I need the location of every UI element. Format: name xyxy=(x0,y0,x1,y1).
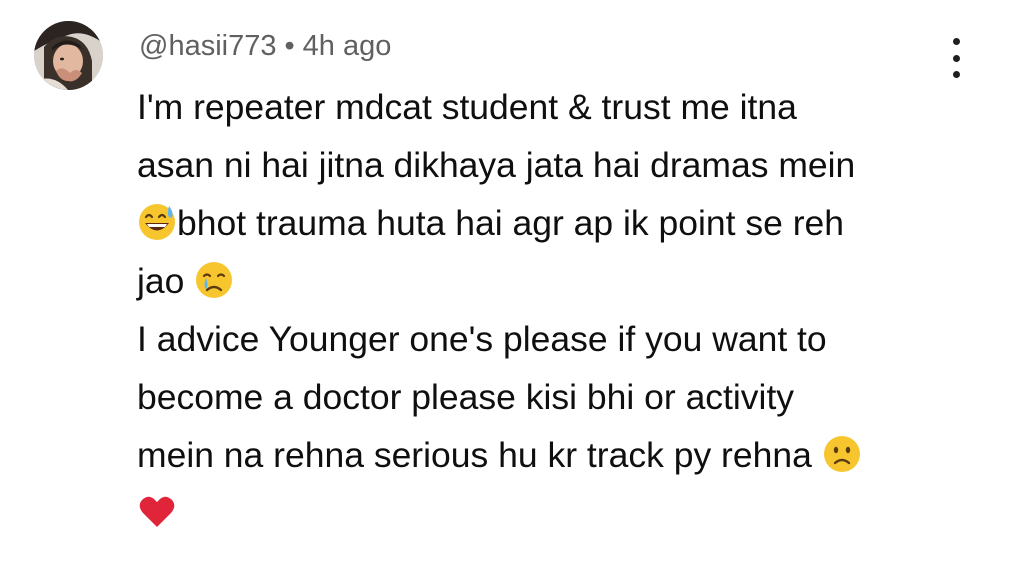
comment-line xyxy=(137,484,977,542)
more-vertical-icon[interactable] xyxy=(942,38,970,78)
menu-dot xyxy=(952,54,960,62)
comment-text: I'm repeater mdcat student & trust me it… xyxy=(137,78,977,542)
avatar[interactable] xyxy=(34,21,103,90)
comment-line: bhot trauma huta hai agr ap ik point se … xyxy=(137,194,977,252)
menu-dot xyxy=(952,38,960,45)
comment-card: @hasii773 • 4h ago I'm repeater mdcat stud… xyxy=(0,0,1024,571)
comment-header: @hasii773 • 4h ago xyxy=(139,26,391,66)
comment-line-text: mein na rehna serious hu kr track py reh… xyxy=(137,435,812,475)
comment-line: mein na rehna serious hu kr track py reh… xyxy=(137,426,977,484)
red-heart-emoji xyxy=(137,492,177,532)
comment-line: become a doctor please kisi bhi or activ… xyxy=(137,377,795,417)
author-handle[interactable]: @hasii773 xyxy=(139,30,276,62)
comment-line-text: jao xyxy=(137,261,185,301)
avatar-photo xyxy=(34,21,103,90)
comment-line: I'm repeater mdcat student & trust me it… xyxy=(137,87,797,127)
comment-line-text: bhot trauma huta hai agr ap ik point se … xyxy=(177,203,845,243)
menu-dot xyxy=(952,71,960,78)
separator-dot: • xyxy=(284,30,295,62)
comment-line: asan ni hai jitna dikhaya jata hai drama… xyxy=(137,145,856,185)
comment-line: I advice Younger one's please if you wan… xyxy=(137,319,827,359)
slightly-frowning-face-emoji xyxy=(822,434,862,474)
grinning-sweat-emoji xyxy=(137,202,177,242)
comment-line: jao xyxy=(137,252,977,310)
comment-time: 4h ago xyxy=(302,30,392,62)
crying-face-emoji xyxy=(194,260,234,300)
